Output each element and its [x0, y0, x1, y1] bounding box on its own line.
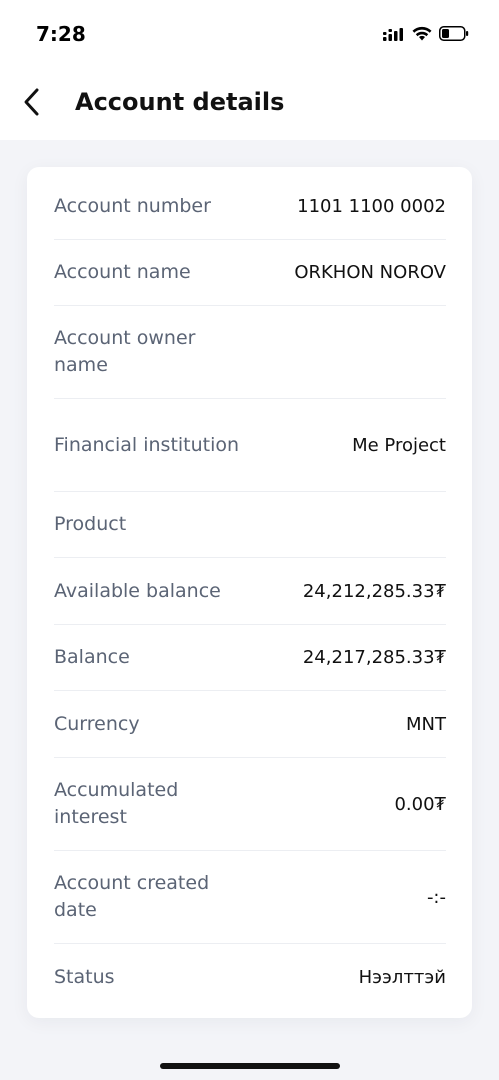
detail-label: Account owner name — [54, 327, 196, 376]
detail-label: Currency — [54, 712, 140, 735]
chevron-left-icon — [22, 87, 42, 121]
status-icons — [383, 26, 469, 45]
detail-value: 0.00₮ — [394, 793, 446, 815]
detail-label: Status — [54, 965, 115, 988]
detail-row-account-owner-name: Account owner name — [54, 306, 446, 399]
detail-label: Account created date — [54, 872, 210, 921]
detail-row-accumulated-interest: Accumulated interest 0.00₮ — [54, 758, 446, 851]
status-bar: 7:28 — [0, 0, 499, 70]
detail-row-available-balance: Available balance 24,212,285.33₮ — [54, 558, 446, 625]
detail-value: 1101 1100 0002 — [297, 196, 446, 217]
detail-row-balance: Balance 24,217,285.33₮ — [54, 625, 446, 691]
detail-label: Account number — [54, 195, 211, 217]
detail-row-financial-institution: Financial institution Me Project — [54, 399, 446, 492]
page-title: Account details — [75, 88, 285, 116]
detail-row-status: Status Нээлттэй — [54, 944, 446, 1010]
detail-label: Accumulated interest — [54, 779, 179, 828]
top-area: 7:28 Account details — [0, 0, 499, 140]
detail-value: Нээлттэй — [358, 966, 446, 988]
detail-value: Me Project — [352, 434, 446, 456]
wifi-icon — [412, 26, 432, 45]
detail-label: Product — [54, 513, 127, 535]
detail-row-account-name: Account name ORKHON NOROV — [54, 240, 446, 306]
detail-row-account-number: Account number 1101 1100 0002 — [54, 174, 446, 240]
account-details-card: Account number 1101 1100 0002 Account na… — [27, 167, 472, 1018]
detail-value: ORKHON NOROV — [294, 262, 446, 283]
battery-icon — [439, 26, 469, 45]
detail-label: Available balance — [54, 579, 221, 602]
detail-row-product: Product — [54, 492, 446, 558]
detail-label: Balance — [54, 646, 130, 668]
detail-row-account-created-date: Account created date -:- — [54, 851, 446, 944]
detail-label: Financial institution — [54, 433, 240, 456]
detail-label: Account name — [54, 261, 191, 283]
navigation-header: Account details — [0, 70, 499, 140]
detail-value: 24,217,285.33₮ — [302, 647, 446, 668]
back-button[interactable] — [14, 84, 50, 124]
detail-value: MNT — [406, 713, 446, 735]
cellular-signal-icon — [383, 26, 405, 45]
detail-value: 24,212,285.33₮ — [302, 580, 446, 602]
status-time: 7:28 — [36, 22, 86, 46]
detail-row-currency: Currency MNT — [54, 691, 446, 758]
detail-value: -:- — [426, 886, 446, 908]
home-indicator — [160, 1063, 340, 1069]
